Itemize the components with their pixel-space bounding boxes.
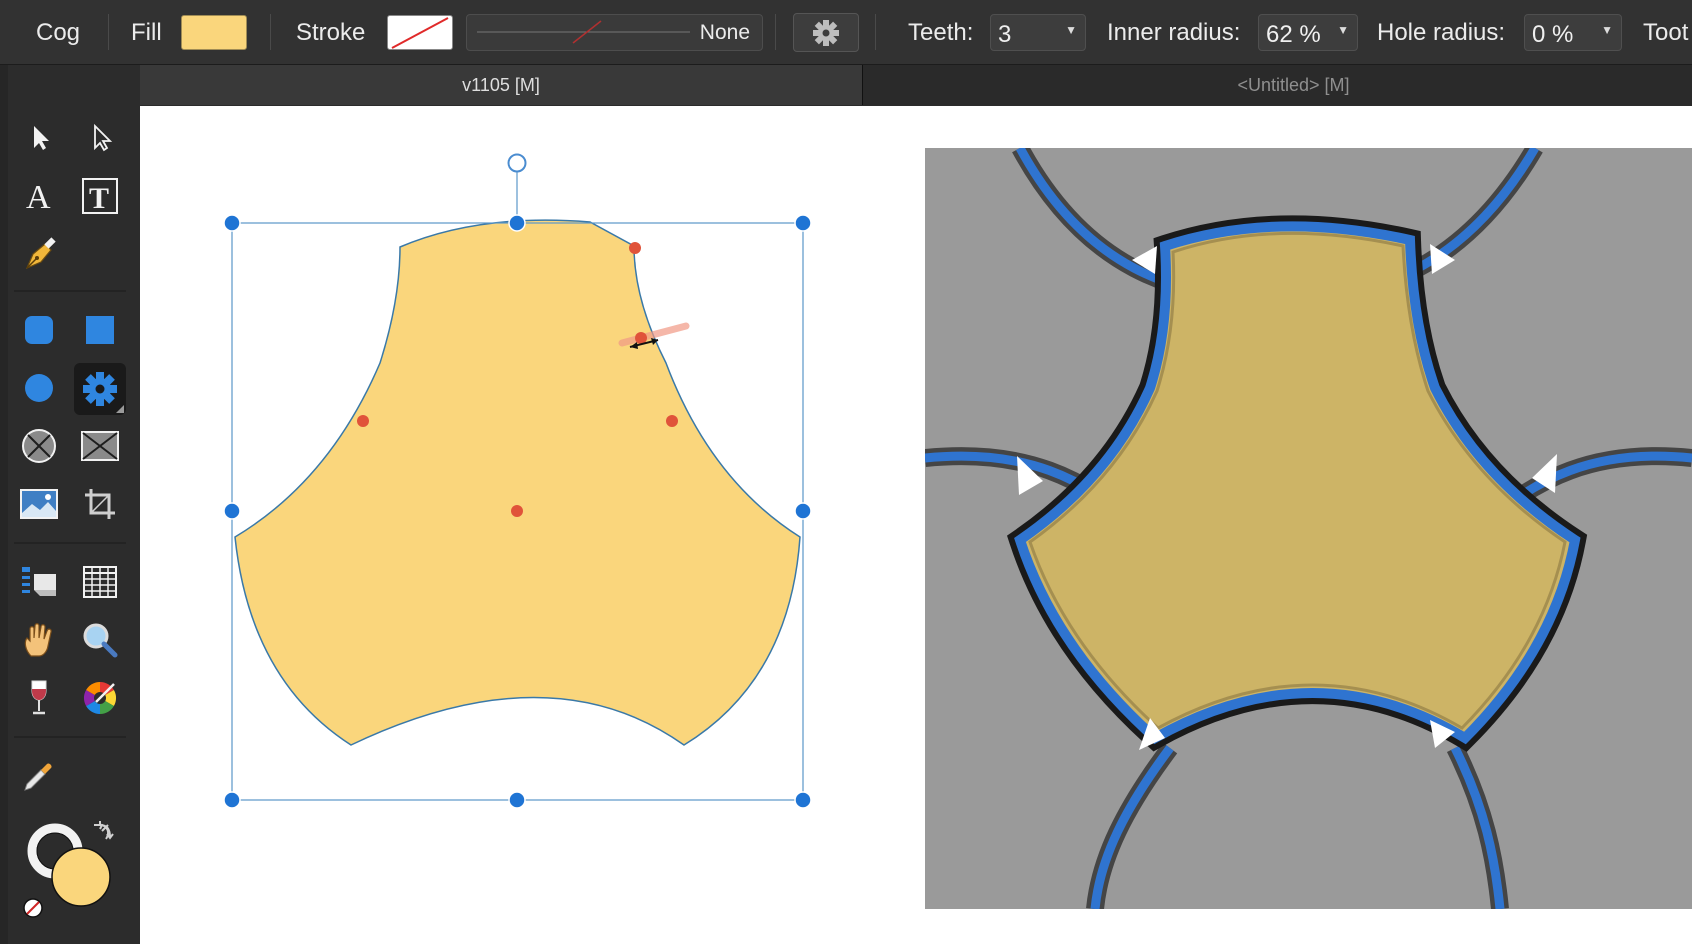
svg-text:A: A	[26, 179, 51, 213]
tool-name-label: Cog	[36, 19, 81, 46]
dropper-icon	[24, 763, 52, 791]
hole-radius-combo[interactable]: 0 % ▼	[1524, 14, 1622, 51]
tools-panel: A T	[0, 65, 140, 944]
zoom-tool[interactable]	[75, 615, 125, 665]
ellipse-frame-tool[interactable]	[14, 421, 64, 471]
context-toolbar: Cog Fill Stroke None Teeth: 3 ▼ Inner ra…	[0, 0, 1692, 65]
no-color-slash-icon	[391, 17, 449, 49]
rounded-rectangle-tool[interactable]	[14, 305, 64, 355]
stroke-style-value: None	[699, 21, 750, 44]
swap-arrows-icon	[94, 821, 114, 840]
arrow-icon	[34, 126, 49, 150]
inner-radius-combo[interactable]: 62 % ▼	[1258, 14, 1358, 51]
fill-label: Fill	[131, 19, 162, 46]
fill-swatch[interactable]	[181, 15, 247, 50]
dropdown-arrow-icon: ▼	[1065, 23, 1077, 37]
hollow-arrow-icon	[94, 123, 113, 152]
square-icon	[86, 316, 114, 344]
no-color-icon	[23, 898, 43, 918]
stroke-style-dropdown[interactable]: None	[466, 14, 763, 51]
dropdown-arrow-icon: ▼	[1601, 23, 1613, 37]
picture-icon	[20, 489, 58, 519]
cog-icon	[83, 372, 117, 406]
eyedropper-tool[interactable]	[14, 751, 64, 801]
no-color-button[interactable]	[22, 897, 44, 919]
circle-cross-icon	[22, 429, 56, 463]
rounded-square-icon	[25, 316, 53, 344]
teeth-value: 3	[998, 21, 1012, 48]
teeth-combo[interactable]: 3 ▼	[990, 14, 1086, 51]
inner-radius-value: 62 %	[1266, 21, 1321, 48]
table-grid-icon	[83, 566, 117, 598]
picture-frame-tool[interactable]	[75, 421, 125, 471]
rect-cross-icon	[81, 431, 119, 461]
pen-tool[interactable]	[14, 229, 64, 279]
text-list-icon	[22, 567, 56, 596]
tools-divider	[14, 542, 126, 544]
move-tool[interactable]	[14, 112, 64, 162]
hand-icon	[24, 623, 52, 657]
teeth-label: Teeth:	[908, 19, 974, 46]
tools-divider	[14, 290, 126, 292]
wine-glass-icon	[31, 680, 47, 715]
hand-tool[interactable]	[14, 615, 64, 665]
cog-settings-button[interactable]	[793, 13, 859, 52]
tiled-cog-preview	[925, 148, 1692, 909]
rectangle-tool[interactable]	[75, 305, 125, 355]
flyout-corner-icon	[116, 405, 124, 413]
dropdown-arrow-icon: ▼	[1337, 23, 1349, 37]
transparency-tool[interactable]	[14, 673, 64, 723]
swap-colors-button[interactable]	[90, 819, 114, 843]
tab-v1105[interactable]: v1105 [M]	[140, 65, 863, 105]
crop-icon	[85, 489, 115, 519]
panel-edge	[0, 65, 8, 944]
frame-text-tool[interactable]: T	[75, 171, 125, 221]
toolbar-divider	[270, 14, 271, 50]
tab-untitled[interactable]: <Untitled> [M]	[863, 65, 1692, 105]
color-wheel-icon	[83, 681, 117, 715]
toolbar-divider	[775, 14, 776, 50]
toolbar-divider	[108, 14, 109, 50]
ellipse-tool[interactable]	[14, 363, 64, 413]
hole-radius-value: 0 %	[1532, 21, 1574, 48]
magnifier-icon	[83, 623, 118, 658]
gear-icon	[813, 19, 839, 46]
stroke-label: Stroke	[296, 19, 366, 46]
framed-t-icon: T	[82, 178, 118, 215]
pen-nib-icon	[25, 237, 56, 270]
toolbar-divider	[875, 14, 876, 50]
stroke-preview-line	[477, 20, 690, 44]
document-tab-bar: v1105 [M] <Untitled> [M]	[140, 65, 1692, 105]
color-picker-tool[interactable]	[75, 673, 125, 723]
place-image-tool[interactable]	[14, 479, 64, 529]
tools-divider	[14, 736, 126, 738]
pixel-preview-panel	[925, 148, 1692, 909]
circle-icon	[25, 374, 53, 402]
table-tool[interactable]	[75, 557, 125, 607]
cog-tool[interactable]	[74, 363, 126, 415]
hole-radius-label: Hole radius:	[1377, 19, 1506, 46]
text-flow-tool[interactable]	[14, 557, 64, 607]
node-tool[interactable]	[75, 112, 125, 162]
inner-radius-label: Inner radius:	[1107, 19, 1241, 46]
crop-tool[interactable]	[75, 479, 125, 529]
svg-text:T: T	[89, 182, 109, 215]
artistic-text-tool[interactable]: A	[14, 171, 64, 221]
letter-a-icon: A	[26, 179, 51, 213]
stroke-swatch[interactable]	[387, 15, 453, 50]
tooth-size-label: Toot	[1643, 19, 1689, 46]
